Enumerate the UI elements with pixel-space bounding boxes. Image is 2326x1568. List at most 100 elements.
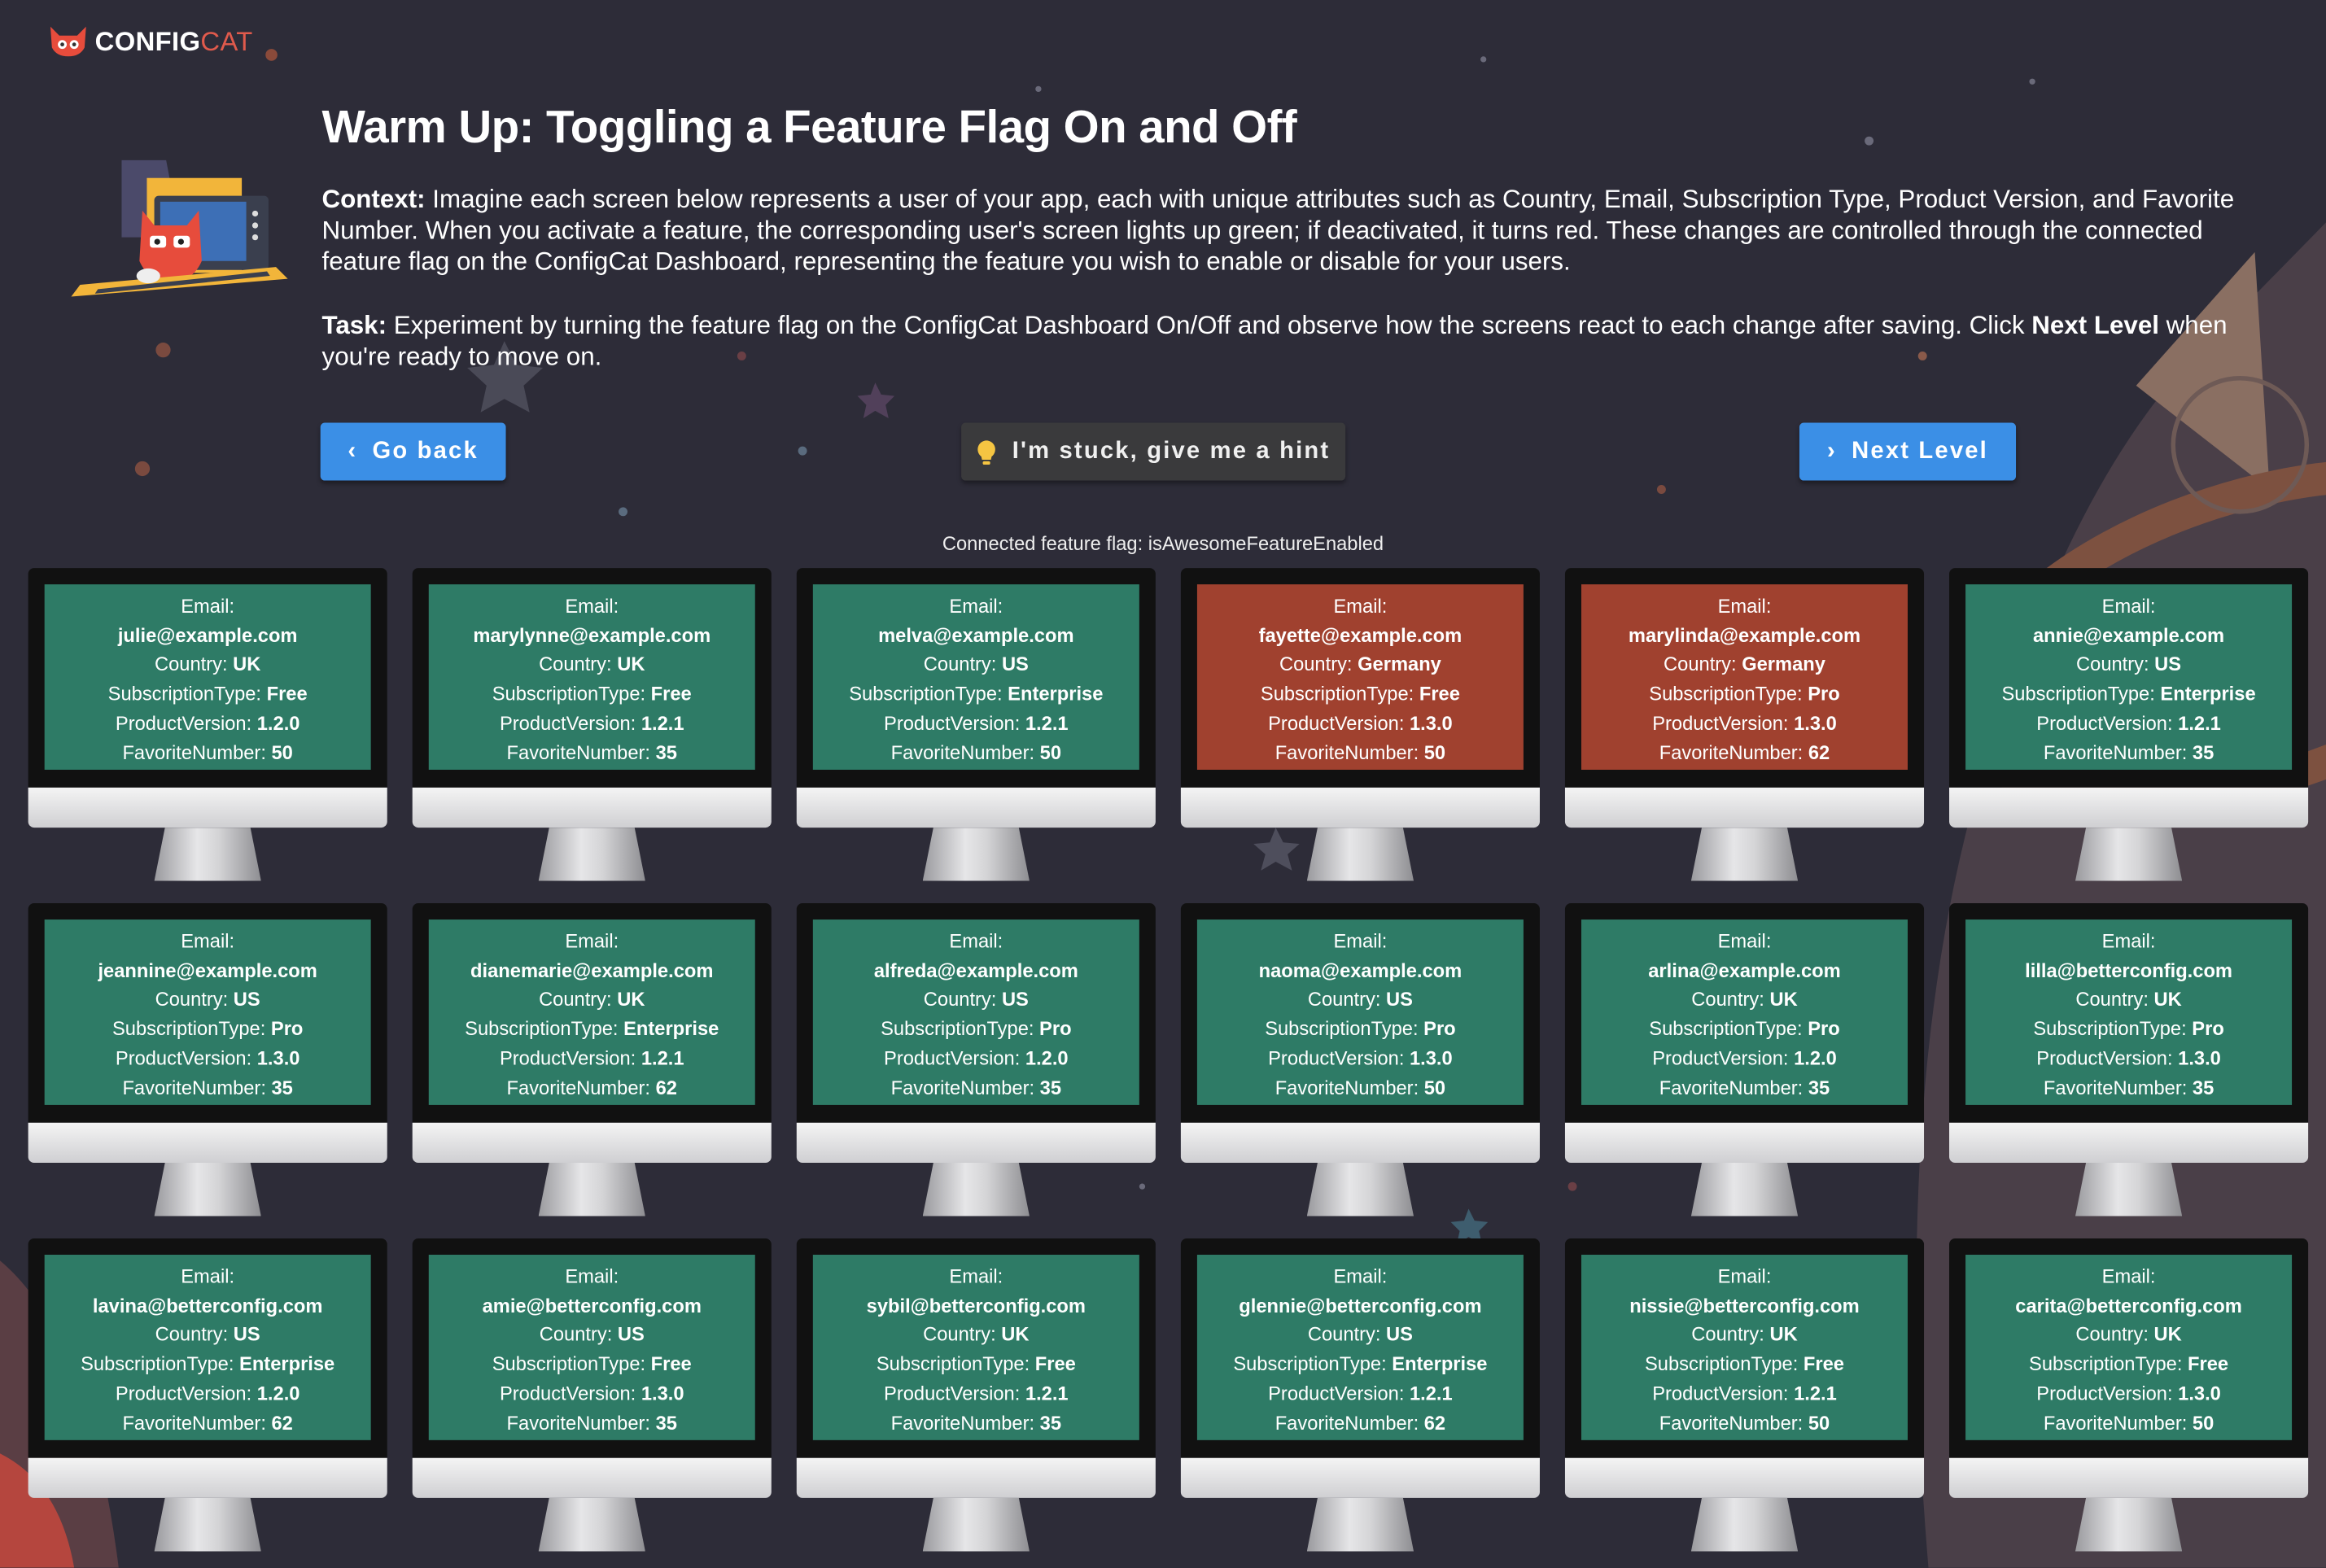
country-value: Germany — [1358, 653, 1441, 676]
country-row: Country: US — [155, 988, 260, 1011]
version-row: ProductVersion: 1.2.1 — [884, 1382, 1069, 1404]
country-value: US — [617, 1323, 645, 1346]
monitor-chin — [1180, 1457, 1540, 1498]
user-screen: Email: nissie@betterconfig.com Country: UK… — [1581, 1255, 1908, 1440]
monitor-chin — [1564, 787, 1925, 828]
context-label: Context: — [321, 184, 426, 214]
subscription-value: Enterprise — [1392, 1352, 1488, 1375]
monitor-bezel: Email: sybil@betterconfig.com Country: UK S… — [796, 1238, 1156, 1458]
monitor-stand — [1690, 828, 1799, 881]
monitor-bezel: Email: melva@example.com Country: US Subscr… — [796, 568, 1156, 788]
user-monitor: Email: alfreda@example.com Country: US Subs… — [796, 903, 1156, 1217]
version-value: 1.2.1 — [641, 1046, 684, 1069]
monitor-bezel: Email: carita@betterconfig.com Country: UK… — [1949, 1238, 2309, 1458]
monitor-stand — [154, 828, 261, 881]
country-value: UK — [1769, 988, 1798, 1011]
version-value: 1.2.1 — [1025, 711, 1069, 734]
email-value: amie@betterconfig.com — [482, 1294, 702, 1317]
monitor-chin — [1564, 1457, 1925, 1498]
version-value: 1.2.0 — [256, 1382, 300, 1404]
number-row: FavoriteNumber: 35 — [890, 1411, 1062, 1434]
email-value: jeannine@example.com — [98, 959, 317, 982]
email-label: Email: — [949, 929, 1003, 953]
email-label: Email: — [2101, 1264, 2156, 1288]
subscription-value: Pro — [1808, 682, 1840, 705]
number-row: FavoriteNumber: 50 — [1274, 740, 1446, 763]
user-monitor: Email: jeannine@example.com Country: US Sub… — [28, 903, 387, 1217]
monitor-bezel: Email: glennie@betterconfig.com Country: U… — [1180, 1238, 1540, 1458]
country-row: Country: UK — [2075, 1323, 2182, 1346]
version-row: ProductVersion: 1.3.0 — [499, 1382, 684, 1404]
configcat-logo[interactable]: CONFIGCAT — [47, 24, 252, 59]
country-value: UK — [233, 653, 261, 676]
monitor-bezel: Email: marylinda@example.com Country: Germ… — [1564, 568, 1925, 788]
country-value: Germany — [1742, 653, 1825, 676]
monitor-stand — [1306, 828, 1414, 881]
user-monitor: Email: marylynne@example.com Country: UK Su… — [412, 568, 772, 882]
subscription-value: Pro — [1423, 1017, 1456, 1040]
version-value: 1.2.0 — [1794, 1046, 1837, 1069]
version-row: ProductVersion: 1.2.0 — [115, 711, 300, 734]
user-monitor: Email: marylinda@example.com Country: Germ… — [1564, 568, 1925, 882]
subscription-value: Pro — [270, 1017, 304, 1040]
task-label: Task: — [321, 309, 387, 340]
number-value: 35 — [1039, 1076, 1062, 1098]
version-value: 1.3.0 — [2178, 1382, 2221, 1404]
number-row: FavoriteNumber: 35 — [122, 1076, 293, 1098]
monitor-bezel: Email: lavina@betterconfig.com Country: US… — [28, 1238, 387, 1458]
email-value: glennie@betterconfig.com — [1239, 1294, 1482, 1317]
subscription-value: Free — [2187, 1352, 2229, 1375]
number-row: FavoriteNumber: 35 — [2043, 740, 2215, 763]
user-monitor: Email: annie@example.com Country: US Subscr… — [1949, 568, 2309, 882]
hint-button[interactable]: I'm stuck, give me a hint — [961, 422, 1346, 481]
country-row: Country: US — [923, 653, 1029, 676]
email-value: arlina@example.com — [1648, 959, 1841, 982]
country-row: Country: US — [1307, 1323, 1413, 1346]
email-value: lavina@betterconfig.com — [92, 1294, 323, 1317]
monitor-bezel: Email: dianemarie@example.com Country: UK S… — [412, 903, 772, 1123]
country-value: US — [1386, 1323, 1413, 1346]
app-page: CONFIGCAT Warm Up: Toggling a Feature Fl… — [0, 0, 2326, 1568]
monitor-chin — [1949, 1122, 2309, 1163]
email-value: alfreda@example.com — [873, 959, 1078, 982]
subscription-row: SubscriptionType: Free — [492, 682, 692, 705]
country-row: Country: UK — [2075, 988, 2182, 1011]
user-screen: Email: arlina@example.com Country: UK Subsc… — [1581, 919, 1908, 1105]
monitor-bezel: Email: annie@example.com Country: US Subscr… — [1949, 568, 2309, 788]
number-value: 50 — [1039, 740, 1062, 763]
subscription-row: SubscriptionType: Free — [2029, 1352, 2229, 1375]
version-value: 1.3.0 — [1409, 711, 1453, 734]
version-row: ProductVersion: 1.3.0 — [115, 1046, 300, 1069]
email-label: Email: — [1333, 594, 1388, 618]
version-row: ProductVersion: 1.3.0 — [2036, 1046, 2221, 1069]
connected-flag-label: Connected feature flag: isAwesomeFeature… — [942, 532, 1384, 555]
version-value: 1.2.0 — [1025, 1046, 1069, 1069]
monitor-bezel: Email: jeannine@example.com Country: US Sub… — [28, 903, 387, 1123]
country-row: Country: UK — [539, 653, 645, 676]
number-value: 35 — [271, 1076, 293, 1098]
email-value: lilla@betterconfig.com — [2025, 959, 2232, 982]
country-value: US — [1001, 653, 1029, 676]
version-row: ProductVersion: 1.2.1 — [884, 711, 1069, 734]
next-level-button[interactable]: › Next Level — [1799, 422, 2017, 481]
monitor-stand — [922, 1162, 1030, 1216]
number-row: FavoriteNumber: 50 — [890, 740, 1062, 763]
number-value: 62 — [271, 1411, 293, 1434]
email-value: carita@betterconfig.com — [2015, 1294, 2242, 1317]
number-row: FavoriteNumber: 35 — [1659, 1076, 1830, 1098]
monitor-stand — [2075, 1162, 2183, 1216]
version-row: ProductVersion: 1.2.0 — [1652, 1046, 1837, 1069]
go-back-button[interactable]: ‹ Go back — [320, 422, 506, 481]
monitor-stand — [1306, 1162, 1414, 1216]
monitor-stand — [154, 1497, 261, 1552]
subscription-row: SubscriptionType: Free — [492, 1352, 692, 1375]
user-monitor: Email: lilla@betterconfig.com Country: UK S… — [1949, 903, 2309, 1217]
email-value: sybil@betterconfig.com — [866, 1294, 1086, 1317]
version-row: ProductVersion: 1.2.1 — [1268, 1382, 1453, 1404]
monitor-stand — [538, 828, 645, 881]
subscription-value: Enterprise — [623, 1017, 719, 1040]
country-row: Country: Germany — [1664, 653, 1825, 676]
user-screen: Email: sybil@betterconfig.com Country: UK S… — [812, 1255, 1139, 1440]
user-screen: Email: marylynne@example.com Country: UK Su… — [428, 584, 755, 770]
user-monitor: Email: fayette@example.com Country: German… — [1180, 568, 1540, 882]
